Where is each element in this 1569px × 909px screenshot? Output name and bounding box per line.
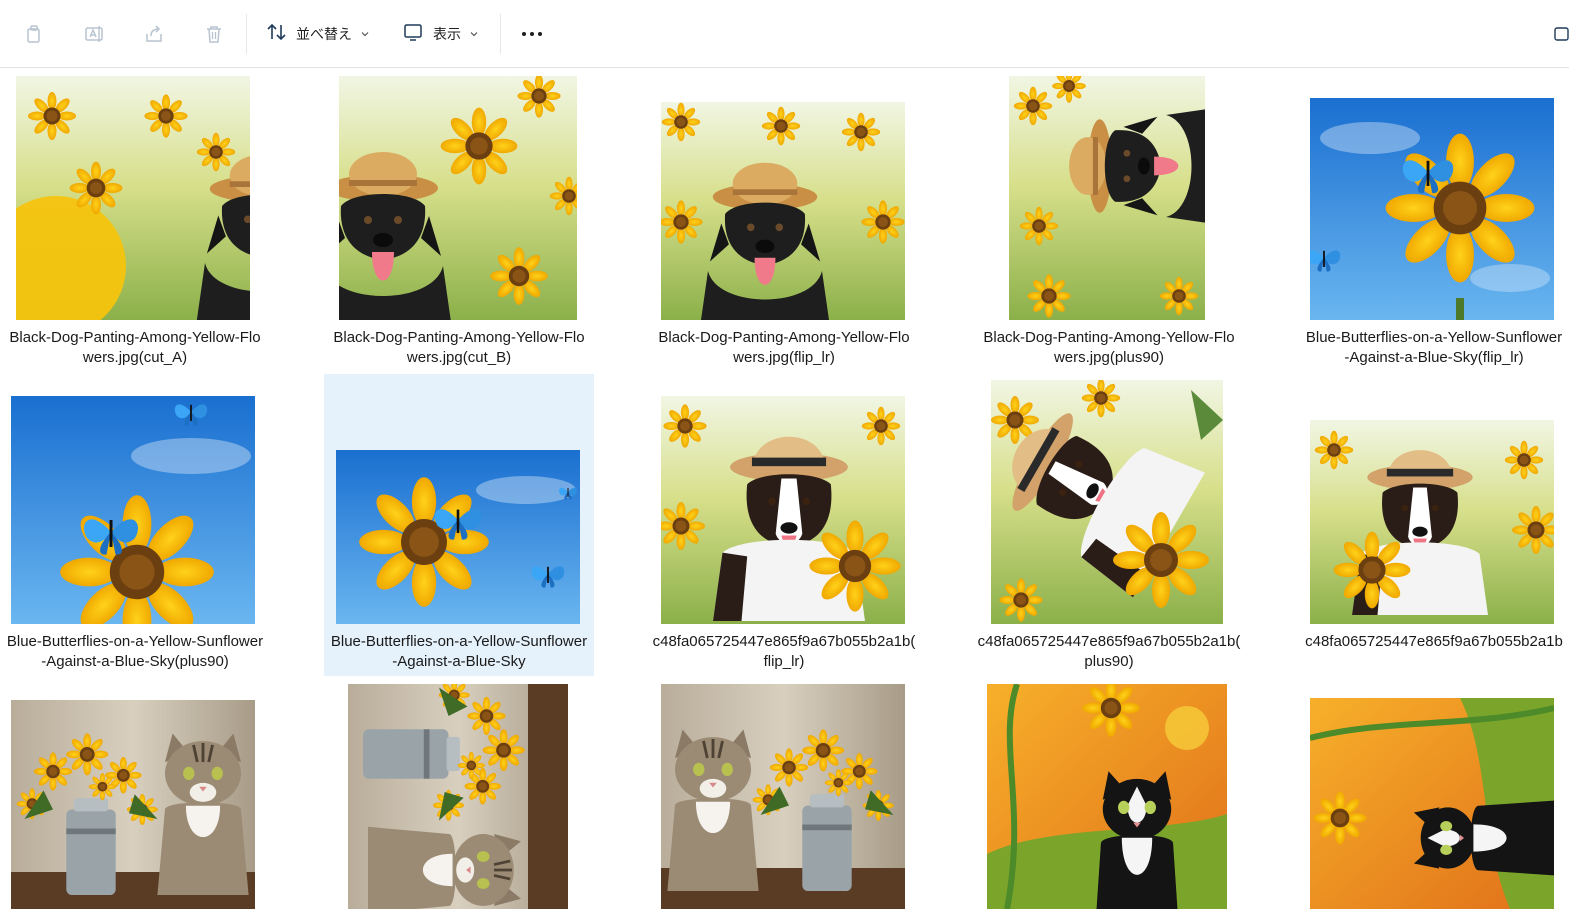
toolbar-divider xyxy=(500,14,501,54)
file-name: Blue-Butterflies-on-a-Yellow-Sunflower -A… xyxy=(1305,329,1563,366)
thumbnail xyxy=(987,684,1227,909)
thumbnail xyxy=(16,76,250,320)
thumbnail xyxy=(339,76,577,320)
thumbnail xyxy=(336,450,580,624)
file-name: c48fa065725447e865f9a67b055b2a1b xyxy=(1305,633,1563,650)
file-name: Blue-Butterflies-on-a-Yellow-Sunflower -A… xyxy=(6,633,264,670)
file-item[interactable]: c48fa065725447e865f9a67b055b2a1b xyxy=(1299,374,1569,676)
thumbnail xyxy=(661,684,905,909)
sort-button[interactable]: 並べ替え xyxy=(266,18,370,50)
thumbnail xyxy=(661,102,905,320)
file-item[interactable] xyxy=(974,680,1244,909)
toolbar-divider xyxy=(246,14,247,54)
file-item[interactable] xyxy=(649,680,919,909)
file-item[interactable]: Black-Dog-Panting-Among-Yellow-Flo wers.j… xyxy=(649,72,919,372)
file-item[interactable]: Blue-Butterflies-on-a-Yellow-Sunflower -A… xyxy=(0,374,270,676)
file-name: Blue-Butterflies-on-a-Yellow-Sunflower -A… xyxy=(330,633,588,670)
thumbnail xyxy=(661,396,905,624)
more-icon xyxy=(522,32,542,36)
file-item[interactable]: c48fa065725447e865f9a67b055b2a1b(flip_lr… xyxy=(649,374,919,676)
thumbnail xyxy=(348,684,568,909)
file-item[interactable] xyxy=(1299,680,1569,909)
view-label: 表示 xyxy=(433,27,461,43)
view-icon xyxy=(403,22,425,46)
file-item[interactable]: Black-Dog-Panting-Among-Yellow-Flo wers.j… xyxy=(0,72,270,372)
thumbnail xyxy=(1310,698,1554,909)
file-item[interactable] xyxy=(0,680,270,909)
file-name: Black-Dog-Panting-Among-Yellow-Flo wers.j… xyxy=(658,329,910,366)
file-name: Black-Dog-Panting-Among-Yellow-Flo wers.j… xyxy=(9,329,261,366)
file-item[interactable]: c48fa065725447e865f9a67b055b2a1b(plus90) xyxy=(974,374,1244,676)
chevron-down-icon xyxy=(469,30,479,38)
file-name: Black-Dog-Panting-Among-Yellow-Flo wers.j… xyxy=(983,329,1235,366)
copy-icon[interactable] xyxy=(20,20,48,48)
file-name: Black-Dog-Panting-Among-Yellow-Flo wers.j… xyxy=(333,329,585,366)
details-pane-icon[interactable] xyxy=(1553,26,1569,42)
thumbnail xyxy=(991,380,1223,624)
command-bar: 並べ替え 表示 xyxy=(0,0,1569,68)
thumbnail xyxy=(11,700,255,909)
file-item[interactable]: Blue-Butterflies-on-a-Yellow-Sunflower -A… xyxy=(1299,72,1569,372)
sort-label: 並べ替え xyxy=(296,27,352,43)
thumbnail xyxy=(11,396,255,624)
sort-icon xyxy=(266,22,288,46)
file-item[interactable]: Black-Dog-Panting-Among-Yellow-Flo wers.j… xyxy=(974,72,1244,372)
thumbnail xyxy=(1009,76,1205,320)
file-name: c48fa065725447e865f9a67b055b2a1b(flip_lr… xyxy=(652,633,916,670)
more-options-button[interactable] xyxy=(518,22,546,46)
file-item[interactable] xyxy=(324,680,594,909)
rename-icon[interactable] xyxy=(80,20,108,48)
delete-icon[interactable] xyxy=(200,20,228,48)
file-name: c48fa065725447e865f9a67b055b2a1b(plus90) xyxy=(977,633,1241,670)
file-item[interactable]: Black-Dog-Panting-Among-Yellow-Flo wers.j… xyxy=(324,72,594,372)
thumbnail xyxy=(1310,98,1554,320)
view-button[interactable]: 表示 xyxy=(403,18,479,50)
file-item[interactable]: Blue-Butterflies-on-a-Yellow-Sunflower -A… xyxy=(324,374,594,676)
share-icon[interactable] xyxy=(140,20,168,48)
thumbnail xyxy=(1310,420,1554,624)
chevron-down-icon xyxy=(360,30,370,38)
